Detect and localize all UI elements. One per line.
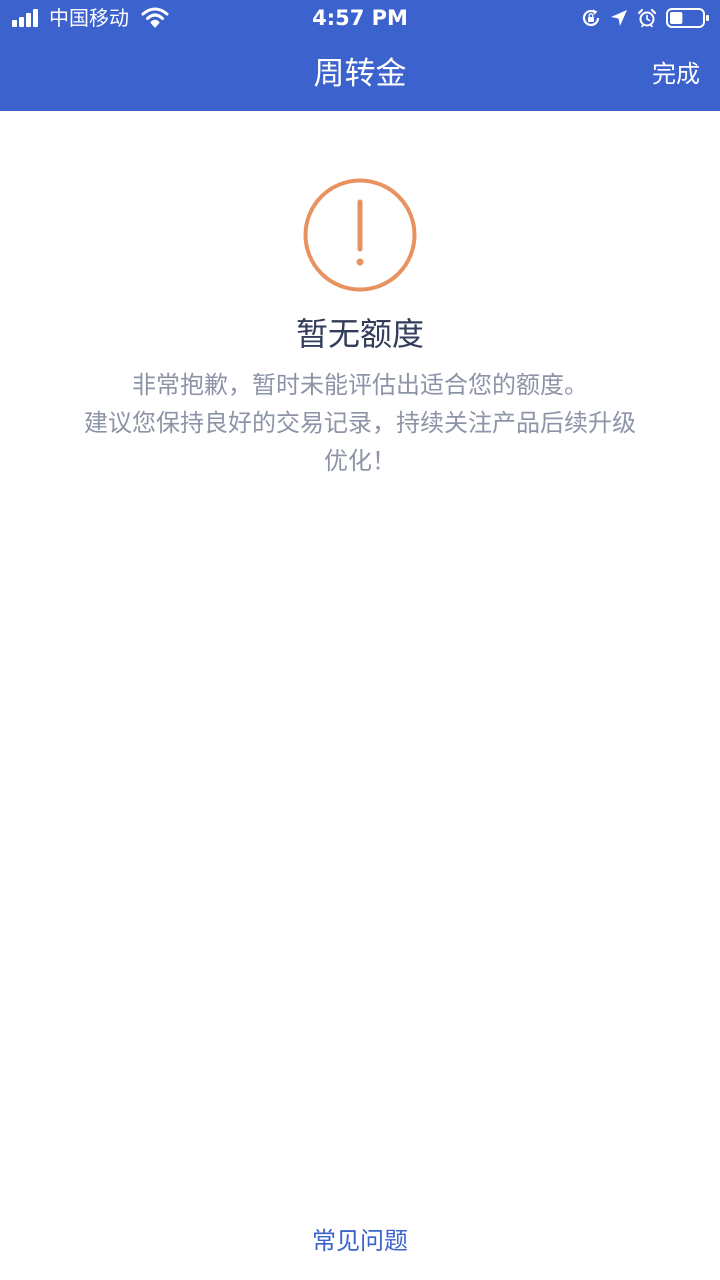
rotation-lock-icon <box>582 9 600 27</box>
message-line: 建议您保持良好的交易记录，持续关注产品后续升级 <box>84 409 636 437</box>
header: 中国移动 4:57 PM 周转金 完成 <box>0 0 720 111</box>
alarm-icon <box>637 8 657 28</box>
faq-link[interactable]: 常见问题 <box>0 1224 720 1258</box>
message-line: 优化！ <box>324 447 396 475</box>
done-button[interactable]: 完成 <box>652 58 700 90</box>
message-line: 非常抱歉，暂时未能评估出适合您的额度。 <box>132 371 588 399</box>
page-title: 周转金 <box>313 56 407 92</box>
location-arrow-icon <box>611 10 627 26</box>
status-icons <box>581 7 710 29</box>
status-bar: 中国移动 4:57 PM <box>0 0 720 36</box>
screen: 中国移动 4:57 PM 周转金 完成 暂无额度 非常抱歉，暂时未能评估出适合您… <box>0 0 720 1280</box>
nav-bar: 周转金 完成 <box>0 36 720 111</box>
result-title: 暂无额度 <box>295 315 424 353</box>
battery-icon <box>666 8 709 28</box>
warning-icon <box>303 178 417 292</box>
result-message: 非常抱歉，暂时未能评估出适合您的额度。 建议您保持良好的交易记录，持续关注产品后… <box>60 366 660 480</box>
